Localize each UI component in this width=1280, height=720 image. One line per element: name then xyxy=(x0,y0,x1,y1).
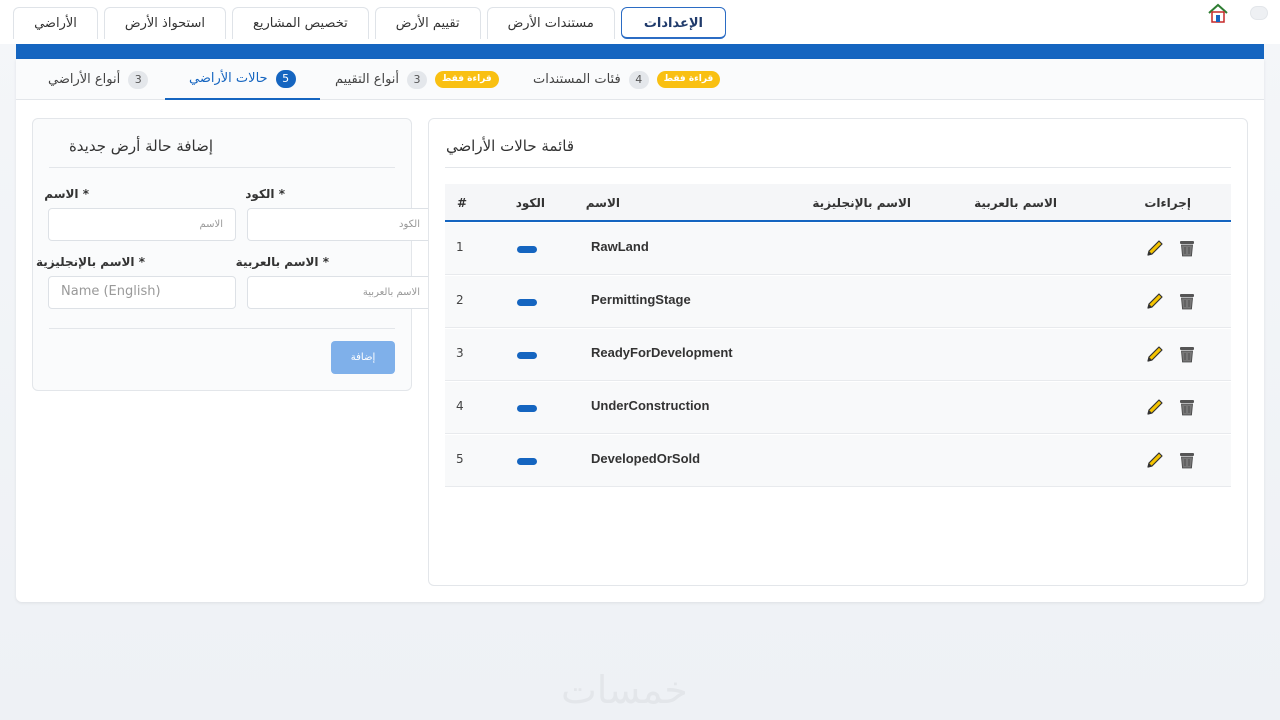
row-name: PermittingStage xyxy=(591,292,691,307)
count-badge: 3 xyxy=(128,70,149,89)
divider xyxy=(49,167,395,168)
name-en-label: * الاسم بالإنجليزية xyxy=(35,255,145,269)
name-ar-label: * الاسم بالعربية xyxy=(235,255,329,269)
row-name: DevelopedOrSold xyxy=(591,451,701,466)
table-header: إجراءات الاسم بالعربية الاسم بالإنجليزية… xyxy=(445,184,1231,222)
row-name: UnderConstruction xyxy=(591,398,710,413)
name-input[interactable] xyxy=(48,208,236,241)
code-pill xyxy=(517,458,537,465)
list-title: قائمة حالات الأراضي xyxy=(445,137,574,155)
sub-tabs: قراءة فقط 4 فئات المستندات قراءة فقط 3 أ… xyxy=(16,59,1264,100)
code-input[interactable] xyxy=(247,208,433,241)
row-index: 4 xyxy=(456,399,464,413)
tab-project-allocation[interactable]: تخصيص المشاريع xyxy=(231,7,369,39)
subtab-label: فئات المستندات xyxy=(533,72,621,87)
subtab-valuation-types[interactable]: قراءة فقط 3 أنواع التقييم xyxy=(335,59,499,100)
watermark: خمسات xyxy=(561,668,688,712)
col-actions: إجراءات xyxy=(1144,196,1191,210)
add-land-status-form: إضافة حالة أرض جديدة * الكود * الاسم * ا… xyxy=(32,118,433,391)
divider xyxy=(445,167,1231,168)
main-card: قراءة فقط 4 فئات المستندات قراءة فقط 3 أ… xyxy=(16,59,1264,602)
edit-icon[interactable] xyxy=(1145,238,1165,258)
top-tabs: الإعدادات مستندات الأرض تقييم الأرض تخصي… xyxy=(13,7,726,39)
table-row: 2 PermittingStage xyxy=(445,276,1231,328)
add-button[interactable]: إضافة xyxy=(331,341,395,374)
table-row: 4 UnderConstruction xyxy=(445,382,1231,434)
code-pill xyxy=(517,299,537,306)
row-index: 1 xyxy=(456,240,464,254)
header-strip xyxy=(16,44,1264,59)
col-code: الكود xyxy=(515,196,545,210)
land-statuses-list: قائمة حالات الأراضي إجراءات الاسم بالعرب… xyxy=(428,118,1248,586)
row-name: RawLand xyxy=(591,239,649,254)
subtab-land-types[interactable]: 3 أنواع الأراضي xyxy=(48,59,149,100)
col-name: الاسم xyxy=(585,196,620,210)
name-ar-input[interactable] xyxy=(247,276,433,309)
count-badge: 5 xyxy=(275,69,296,88)
row-name: ReadyForDevelopment xyxy=(591,345,733,360)
delete-icon[interactable] xyxy=(1177,397,1197,417)
subtab-document-categories[interactable]: قراءة فقط 4 فئات المستندات xyxy=(533,59,721,100)
code-pill xyxy=(517,405,537,412)
col-name-ar: الاسم بالعربية xyxy=(974,196,1057,210)
divider xyxy=(49,328,395,329)
col-index: # xyxy=(457,196,468,210)
code-label: * الكود xyxy=(245,187,285,201)
edit-icon[interactable] xyxy=(1145,450,1165,470)
name-en-input[interactable] xyxy=(48,276,236,309)
delete-icon[interactable] xyxy=(1177,344,1197,364)
count-badge: 4 xyxy=(628,70,649,89)
tab-land-documents[interactable]: مستندات الأرض xyxy=(486,7,615,39)
count-badge: 3 xyxy=(407,70,428,89)
subtab-land-statuses[interactable]: 5 حالات الأراضي xyxy=(165,59,320,100)
read-only-badge: قراءة فقط xyxy=(435,71,499,88)
table-row: 5 DevelopedOrSold xyxy=(445,435,1231,487)
subtab-label: حالات الأراضي xyxy=(189,71,268,86)
edit-icon[interactable] xyxy=(1145,291,1165,311)
tab-land-acquisition[interactable]: استحواذ الأرض xyxy=(103,7,226,39)
read-only-badge: قراءة فقط xyxy=(656,71,721,88)
tab-lands[interactable]: الأراضي xyxy=(13,7,98,39)
row-index: 3 xyxy=(456,346,464,360)
toggle-switch[interactable] xyxy=(1250,6,1268,20)
edit-icon[interactable] xyxy=(1145,397,1165,417)
code-pill xyxy=(517,352,537,359)
form-title: إضافة حالة أرض جديدة xyxy=(68,137,213,155)
subtab-label: أنواع الأراضي xyxy=(48,72,121,87)
code-pill xyxy=(517,246,537,253)
col-name-en: الاسم بالإنجليزية xyxy=(812,196,911,210)
row-index: 2 xyxy=(456,293,464,307)
home-icon[interactable] xyxy=(1207,3,1229,23)
delete-icon[interactable] xyxy=(1177,291,1197,311)
delete-icon[interactable] xyxy=(1177,450,1197,470)
subtab-label: أنواع التقييم xyxy=(335,72,400,87)
edit-icon[interactable] xyxy=(1145,344,1165,364)
table-row: 1 RawLand xyxy=(445,223,1231,275)
tab-settings[interactable]: الإعدادات xyxy=(620,7,726,39)
table-row: 3 ReadyForDevelopment xyxy=(445,329,1231,381)
delete-icon[interactable] xyxy=(1177,238,1197,258)
row-index: 5 xyxy=(456,452,464,466)
top-bar: الإعدادات مستندات الأرض تقييم الأرض تخصي… xyxy=(0,0,1280,44)
name-label: * الاسم xyxy=(44,187,89,201)
tab-land-valuation[interactable]: تقييم الأرض xyxy=(374,7,481,39)
